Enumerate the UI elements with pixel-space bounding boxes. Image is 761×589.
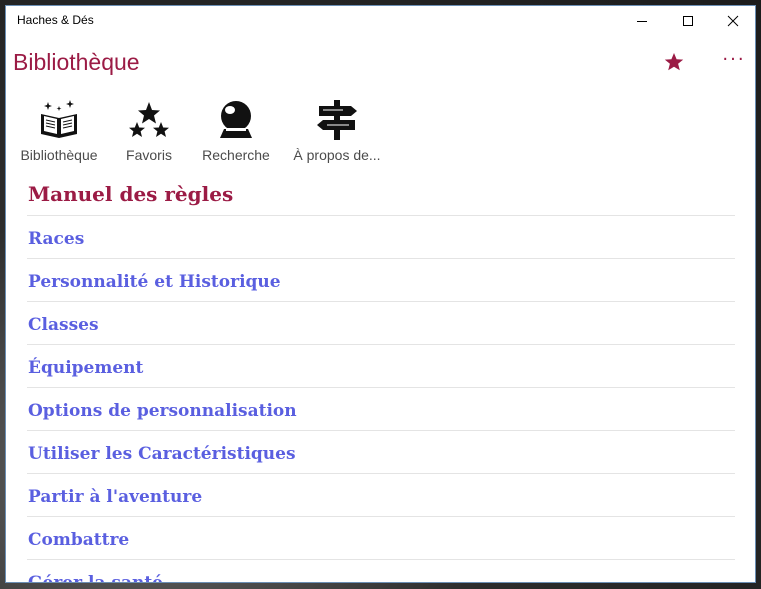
star-icon (664, 53, 684, 71)
favorite-button[interactable] (662, 50, 686, 74)
signpost-icon (317, 100, 357, 140)
list-item[interactable]: Équipement (27, 345, 735, 388)
nav-item-bibliotheque[interactable]: Bibliothèque (17, 94, 101, 166)
more-options-button[interactable]: ··· (719, 50, 749, 74)
maximize-icon (683, 15, 693, 26)
list-item[interactable]: Classes (27, 302, 735, 345)
list-item[interactable]: Gérer la santé (27, 560, 735, 582)
rules-list: Manuel des règles Races Personnalité et … (27, 174, 735, 582)
list-item[interactable]: Personnalité et Historique (27, 259, 735, 302)
close-icon (727, 15, 739, 26)
minimize-button[interactable] (619, 6, 665, 35)
crystal-ball-icon (220, 101, 252, 138)
nav-item-label: À propos de... (293, 147, 381, 163)
list-item[interactable]: Races (27, 216, 735, 259)
list-item[interactable]: Options de personnalisation (27, 388, 735, 431)
minimize-icon (637, 20, 647, 22)
app-window: Haches & Dés Bibliothèque ··· Bibliothèq… (5, 5, 756, 583)
list-item[interactable]: Utiliser les Caractéristiques (27, 431, 735, 474)
nav-item-a-propos[interactable]: À propos de... (289, 94, 385, 166)
section-heading: Manuel des règles (27, 174, 735, 216)
window-title: Haches & Dés (17, 13, 94, 27)
nav-item-label: Favoris (126, 147, 172, 163)
maximize-button[interactable] (665, 6, 711, 35)
close-button[interactable] (710, 6, 755, 35)
nav-item-recherche[interactable]: Recherche (196, 94, 276, 166)
page-title: Bibliothèque (13, 49, 140, 75)
nav-item-label: Bibliothèque (20, 147, 98, 163)
nav-item-favoris[interactable]: Favoris (118, 94, 180, 166)
nav-item-label: Recherche (202, 147, 270, 163)
list-item[interactable]: Partir à l'aventure (27, 474, 735, 517)
list-item[interactable]: Combattre (27, 517, 735, 560)
open-book-icon (41, 100, 77, 138)
title-bar[interactable]: Haches & Dés (6, 6, 755, 35)
stars-icon (129, 102, 169, 137)
